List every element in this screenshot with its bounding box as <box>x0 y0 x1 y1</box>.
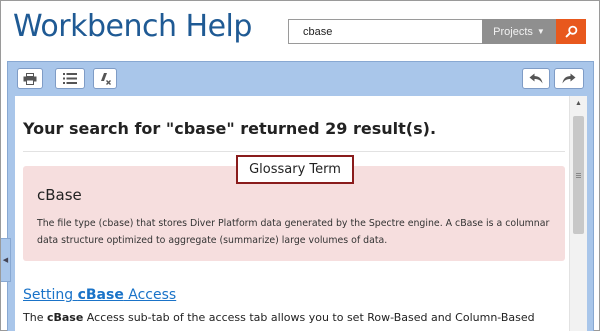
forward-button[interactable] <box>554 68 584 89</box>
results-content: Your search for "cbase" returned 29 resu… <box>15 96 569 331</box>
header: Workbench Help Projects ▼ <box>1 1 599 61</box>
print-icon <box>23 72 37 85</box>
glossary-definition: The file type (cbase) that stores Diver … <box>37 218 550 246</box>
back-arrow-icon <box>529 73 543 84</box>
snippet-suffix: Access sub-tab of the access tab allows … <box>83 311 535 324</box>
scroll-up-arrow-icon[interactable]: ▲ <box>570 96 587 111</box>
result-snippet: The cBase Access sub-tab of the access t… <box>23 311 535 324</box>
forward-arrow-icon <box>562 73 576 84</box>
glossary-term-callout: Glossary Term <box>236 155 354 184</box>
results-heading: Your search for "cbase" returned 29 resu… <box>23 119 437 138</box>
chevron-left-icon: ◀ <box>2 257 9 264</box>
grip-icon <box>576 172 581 178</box>
clear-highlight-icon <box>101 73 111 85</box>
back-button[interactable] <box>522 68 550 89</box>
caret-down-icon: ▼ <box>536 27 545 36</box>
vertical-scrollbar[interactable]: ▲ <box>569 96 587 331</box>
scroll-thumb[interactable] <box>573 116 584 234</box>
print-button[interactable] <box>17 68 43 89</box>
projects-label: Projects <box>493 25 533 38</box>
snippet-prefix: The <box>23 311 47 324</box>
projects-dropdown-button[interactable]: Projects ▼ <box>482 19 556 44</box>
result-title-suffix: Access <box>123 287 177 303</box>
toc-list-icon <box>63 73 77 84</box>
divider <box>23 151 565 152</box>
result-link-setting-cbase-access[interactable]: Setting cBase Access <box>23 287 176 303</box>
search-input[interactable] <box>288 19 482 44</box>
snippet-highlight: cBase <box>46 311 84 324</box>
clear-highlight-button[interactable] <box>93 68 117 89</box>
toc-button[interactable] <box>55 68 85 89</box>
sidebar-toggle-tab[interactable]: ◀ <box>1 238 11 282</box>
result-title-highlight: cBase <box>77 287 124 303</box>
result-title-prefix: Setting <box>23 287 78 303</box>
glossary-term: cBase <box>37 186 82 204</box>
search-button[interactable] <box>556 19 586 44</box>
help-frame: Your search for "cbase" returned 29 resu… <box>7 61 594 331</box>
search-icon <box>565 25 577 38</box>
app-title: Workbench Help <box>13 9 252 44</box>
